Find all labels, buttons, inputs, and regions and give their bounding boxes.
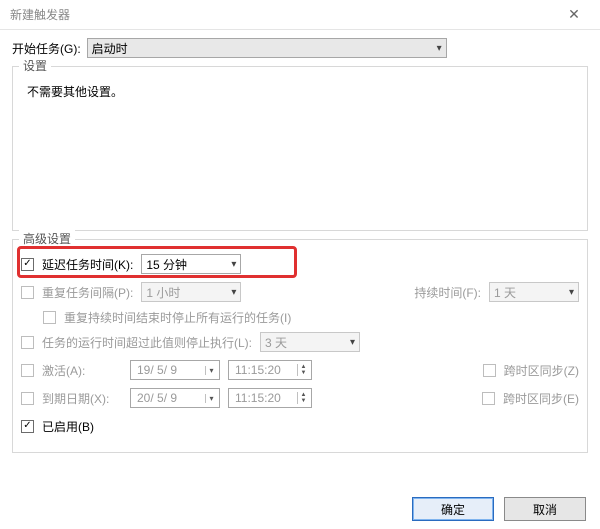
close-icon[interactable]: ✕	[556, 0, 592, 29]
activate-row: 激活(A): 19/ 5/ 9 ▾ 11:15:20 ▲▼ 跨时区同步(Z)	[21, 356, 579, 384]
stop-after-row: 任务的运行时间超过此值则停止执行(L): 3 天 ▾	[21, 328, 579, 356]
time-spinner: ▲▼	[297, 364, 309, 376]
ok-button-label: 确定	[441, 501, 465, 518]
stop-after-combo: 3 天 ▾	[260, 332, 360, 352]
enabled-label: 已启用(B)	[42, 418, 94, 435]
expire-row: 到期日期(X): 20/ 5/ 9 ▾ 11:15:20 ▲▼ 跨时区同步(E)	[21, 384, 579, 412]
repeat-interval-combo: 1 小时 ▾	[141, 282, 241, 302]
expire-label: 到期日期(X):	[42, 390, 122, 407]
repeat-row: 重复任务间隔(P): 1 小时 ▾ 持续时间(F): 1 天 ▾	[21, 278, 579, 306]
repeat-duration-label: 持续时间(F):	[414, 284, 481, 301]
window-title: 新建触发器	[10, 6, 70, 23]
advanced-group: 高级设置 延迟任务时间(K): 15 分钟 ▾ 重复任务间隔(P): 1 小时 …	[12, 239, 588, 453]
titlebar: 新建触发器 ✕	[0, 0, 600, 30]
enabled-row: 已启用(B)	[21, 412, 579, 440]
cancel-button-label: 取消	[533, 501, 557, 518]
repeat-duration-value: 1 天	[494, 284, 516, 301]
repeat-label: 重复任务间隔(P):	[42, 284, 133, 301]
activate-tz-checkbox	[483, 364, 496, 377]
activate-date: 19/ 5/ 9 ▾	[130, 360, 220, 380]
settings-group: 设置 不需要其他设置。	[12, 66, 588, 231]
delay-checkbox[interactable]	[21, 258, 34, 271]
chevron-down-icon: ▾	[344, 337, 355, 348]
repeat-duration-combo: 1 天 ▾	[489, 282, 579, 302]
expire-tz-checkbox	[482, 392, 495, 405]
enabled-checkbox[interactable]	[21, 420, 34, 433]
expire-date-value: 20/ 5/ 9	[137, 391, 177, 405]
calendar-icon: ▾	[205, 366, 217, 375]
calendar-icon: ▾	[205, 394, 217, 403]
chevron-down-icon: ▾	[431, 43, 442, 54]
expire-tz-label: 跨时区同步(E)	[503, 390, 579, 407]
repeat-interval-value: 1 小时	[146, 284, 180, 301]
activate-time: 11:15:20 ▲▼	[228, 360, 312, 380]
activate-date-value: 19/ 5/ 9	[137, 363, 177, 377]
activate-checkbox[interactable]	[21, 364, 34, 377]
begin-task-row: 开始任务(G): 启动时 ▾	[12, 38, 588, 58]
expire-checkbox[interactable]	[21, 392, 34, 405]
expire-time-value: 11:15:20	[235, 391, 281, 405]
repeat-stop-row: 重复持续时间结束时停止所有运行的任务(I)	[21, 306, 579, 328]
repeat-stop-checkbox	[43, 311, 56, 324]
ok-button[interactable]: 确定	[412, 497, 494, 521]
activate-tz-label: 跨时区同步(Z)	[504, 362, 579, 379]
expire-time: 11:15:20 ▲▼	[228, 388, 312, 408]
delay-combo[interactable]: 15 分钟 ▾	[141, 254, 241, 274]
repeat-checkbox[interactable]	[21, 286, 34, 299]
expire-date: 20/ 5/ 9 ▾	[130, 388, 220, 408]
chevron-down-icon: ▾	[563, 287, 574, 298]
repeat-stop-label: 重复持续时间结束时停止所有运行的任务(I)	[64, 309, 291, 326]
dialog-content: 开始任务(G): 启动时 ▾ 设置 不需要其他设置。 高级设置 延迟任务时间(K…	[0, 30, 600, 453]
stop-after-checkbox[interactable]	[21, 336, 34, 349]
chevron-down-icon: ▾	[225, 259, 236, 270]
begin-task-label: 开始任务(G):	[12, 40, 81, 57]
delay-value: 15 分钟	[146, 256, 187, 273]
time-spinner: ▲▼	[297, 392, 309, 404]
delay-label: 延迟任务时间(K):	[42, 256, 133, 273]
stop-after-label: 任务的运行时间超过此值则停止执行(L):	[42, 334, 252, 351]
stop-after-value: 3 天	[265, 334, 287, 351]
activate-time-value: 11:15:20	[235, 363, 281, 377]
begin-task-value: 启动时	[92, 40, 128, 57]
settings-group-label: 设置	[19, 57, 51, 74]
advanced-group-label: 高级设置	[19, 230, 75, 247]
activate-label: 激活(A):	[42, 362, 122, 379]
cancel-button[interactable]: 取消	[504, 497, 586, 521]
chevron-down-icon: ▾	[225, 287, 236, 298]
settings-text: 不需要其他设置。	[23, 77, 577, 106]
begin-task-combo[interactable]: 启动时 ▾	[87, 38, 447, 58]
delay-row: 延迟任务时间(K): 15 分钟 ▾	[21, 250, 579, 278]
dialog-footer: 确定 取消	[412, 497, 586, 521]
